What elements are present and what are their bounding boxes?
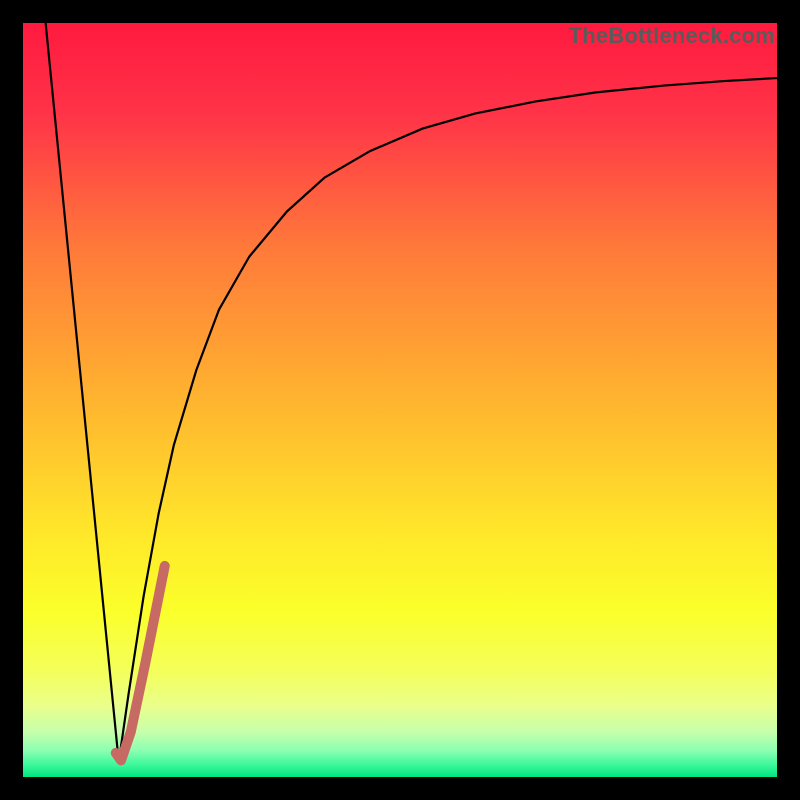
chart-stage: TheBottleneck.com	[0, 0, 800, 800]
gradient-background	[23, 23, 777, 777]
chart-plot-area: TheBottleneck.com	[23, 23, 777, 777]
chart-svg	[23, 23, 777, 777]
watermark-text: TheBottleneck.com	[569, 23, 775, 49]
